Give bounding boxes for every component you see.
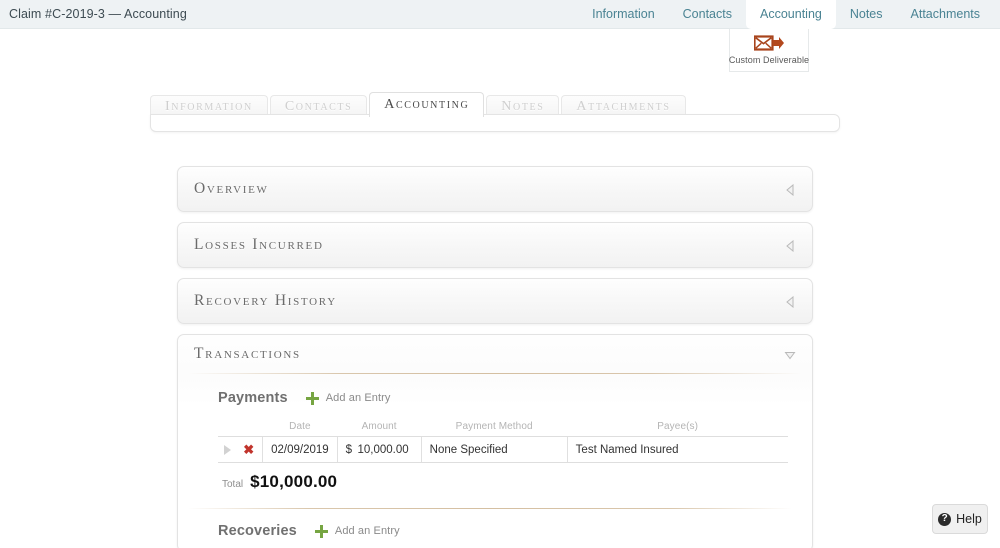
transactions-body: Payments Add an Entry Date (178, 374, 812, 539)
cell-amount: $10,000.00 (337, 437, 421, 463)
section-overview-header[interactable]: Overview (178, 167, 812, 211)
section-transactions: Transactions Payments Add an Entry (177, 334, 813, 548)
group-divider (188, 508, 792, 509)
section-recovery-history-header[interactable]: Recovery History (178, 279, 812, 323)
nav-tab-notes[interactable]: Notes (836, 0, 897, 29)
col-actions (218, 418, 263, 437)
section-overview-title: Overview (194, 180, 269, 198)
triangle-down-icon[interactable] (784, 348, 796, 360)
section-losses-incurred-header[interactable]: Losses Incurred (178, 223, 812, 267)
col-amount: Amount (337, 418, 421, 437)
payments-total-label: Total (222, 479, 243, 490)
table-row[interactable]: ✖ 02/09/2019 $10,000.00 None Specified T… (218, 437, 788, 463)
section-losses-incurred[interactable]: Losses Incurred (177, 222, 813, 268)
payments-label: Payments (218, 390, 288, 406)
help-button[interactable]: ? Help (932, 504, 988, 534)
cell-payee: Test Named Insured (567, 437, 788, 463)
payments-add-entry-label: Add an Entry (326, 392, 391, 404)
section-transactions-title: Transactions (194, 345, 301, 363)
custom-deliverable-label: Custom Deliverable (729, 55, 809, 65)
question-circle-icon: ? (938, 513, 951, 526)
cell-payment-method: None Specified (421, 437, 567, 463)
row-actions: ✖ (218, 437, 263, 463)
recoveries-label: Recoveries (218, 523, 297, 539)
envelope-arrow-icon (754, 35, 784, 52)
page-title: Claim #C-2019-3 — Accounting (9, 7, 187, 21)
recoveries-add-entry-label: Add an Entry (335, 525, 400, 537)
amount-value: 10,000.00 (358, 444, 409, 456)
custom-deliverable-button[interactable]: Custom Deliverable (729, 29, 809, 72)
payments-add-entry-button[interactable]: Add an Entry (306, 392, 391, 405)
payments-total-value: $10,000.00 (250, 472, 337, 492)
app-root: Claim #C-2019-3 — Accounting Information… (0, 0, 1000, 548)
plus-icon (315, 525, 328, 538)
primary-navigation: Information Contacts Accounting Notes At… (578, 0, 994, 29)
recoveries-add-entry-button[interactable]: Add an Entry (315, 525, 400, 538)
cell-date: 02/09/2019 (263, 437, 338, 463)
section-losses-incurred-title: Losses Incurred (194, 236, 324, 254)
col-payees: Payee(s) (567, 418, 788, 437)
payments-table-header-row: Date Amount Payment Method Payee(s) (218, 418, 788, 437)
nav-tab-information[interactable]: Information (578, 0, 669, 29)
payments-table: Date Amount Payment Method Payee(s) ✖ (218, 418, 788, 463)
payments-group-header: Payments Add an Entry (218, 390, 790, 406)
secondary-tab-panel (150, 114, 840, 132)
triangle-left-icon[interactable] (784, 183, 796, 195)
payments-total: Total $10,000.00 (218, 472, 790, 492)
nav-tab-accounting[interactable]: Accounting (746, 0, 836, 29)
expand-row-icon[interactable] (224, 445, 231, 455)
col-date: Date (263, 418, 338, 437)
triangle-left-icon[interactable] (784, 239, 796, 251)
nav-tab-contacts[interactable]: Contacts (669, 0, 746, 29)
section-recovery-history-title: Recovery History (194, 292, 337, 310)
nav-tab-attachments[interactable]: Attachments (897, 0, 994, 29)
col-payment-method: Payment Method (421, 418, 567, 437)
section-overview[interactable]: Overview (177, 166, 813, 212)
delete-row-icon[interactable]: ✖ (243, 443, 254, 456)
subtab-accounting[interactable]: Accounting (369, 92, 484, 117)
accounting-sections: Overview Losses Incurred Rec (177, 166, 813, 548)
plus-icon (306, 392, 319, 405)
help-label: Help (956, 512, 982, 526)
section-recovery-history[interactable]: Recovery History (177, 278, 813, 324)
section-transactions-header[interactable]: Transactions (178, 335, 812, 373)
currency-symbol: $ (346, 444, 352, 456)
recoveries-group-header: Recoveries Add an Entry (218, 523, 790, 539)
triangle-left-icon[interactable] (784, 295, 796, 307)
